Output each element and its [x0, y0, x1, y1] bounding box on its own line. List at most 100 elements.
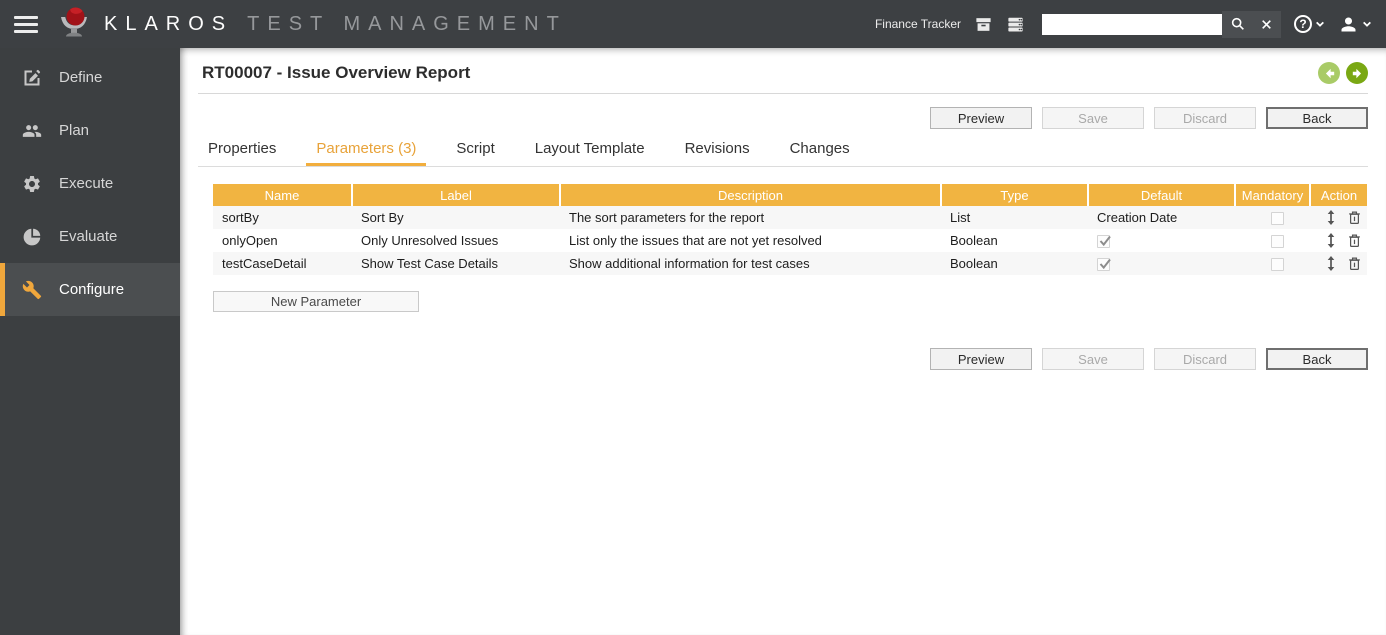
- sidebar-item-label: Plan: [59, 122, 90, 139]
- cell-mandatory: [1235, 229, 1310, 252]
- chevron-down-icon: [1363, 21, 1371, 27]
- cell-type: Boolean: [950, 233, 998, 248]
- mandatory-checkbox[interactable]: [1270, 235, 1284, 249]
- mandatory-checkbox[interactable]: [1270, 258, 1284, 272]
- reorder-icon[interactable]: [1326, 210, 1336, 225]
- cell-action: [1310, 206, 1367, 229]
- cell-type: Boolean: [941, 252, 1088, 275]
- table-row: testCaseDetail Show Test Case Details Show…: [213, 252, 1367, 275]
- hamburger-menu-icon[interactable]: [14, 12, 38, 37]
- column-header-description: Description: [559, 184, 941, 206]
- reorder-icon[interactable]: [1326, 233, 1336, 248]
- sidebar-item-label: Configure: [59, 281, 125, 298]
- cell-default: [1088, 252, 1235, 275]
- cell-action: [1310, 229, 1367, 252]
- column-header-name: Name: [213, 184, 352, 206]
- default-checkbox[interactable]: [1097, 258, 1111, 272]
- help-icon: ?: [1294, 15, 1312, 33]
- sidebar-item-configure[interactable]: Configure: [0, 263, 180, 316]
- column-header-default: Default: [1087, 184, 1235, 206]
- sidebar-item-label: Evaluate: [59, 228, 118, 245]
- wrench-icon: [22, 280, 42, 300]
- column-header-label: Label: [351, 184, 560, 206]
- sidebar-item-label: Define: [59, 69, 103, 86]
- cell-description: List only the issues that are not yet re…: [569, 233, 822, 248]
- cell-label: Sort By: [352, 206, 560, 229]
- edit-icon: [22, 68, 42, 88]
- search-icon[interactable]: [1230, 16, 1246, 32]
- discard-button: Discard: [1154, 348, 1256, 370]
- main-content: RT00007 - Issue Overview Report Preview S…: [180, 48, 1386, 635]
- previous-report-button[interactable]: [1318, 62, 1340, 84]
- user-icon: [1341, 17, 1356, 31]
- top-bar: KLAROS TEST MANAGEMENT Finance Tracker ?: [0, 0, 1386, 48]
- pie-chart-icon: [22, 227, 42, 247]
- cell-name: testCaseDetail: [213, 252, 352, 275]
- tab-revisions[interactable]: Revisions: [675, 140, 760, 166]
- arrow-right-icon: [1352, 68, 1361, 78]
- mandatory-checkbox[interactable]: [1270, 212, 1284, 226]
- cell-label: Show Test Case Details: [352, 252, 560, 275]
- cell-mandatory: [1235, 252, 1310, 275]
- save-button: Save: [1042, 107, 1144, 129]
- delete-icon[interactable]: [1348, 210, 1361, 225]
- next-report-button[interactable]: [1346, 62, 1368, 84]
- tab-bar: Properties Parameters (3) Script Layout Tem…: [198, 140, 1368, 167]
- page-title: RT00007 - Issue Overview Report: [202, 63, 471, 82]
- column-header-action: Action: [1309, 184, 1367, 206]
- gear-icon: [22, 174, 42, 194]
- parameters-table: Name Label Description Type Default Mandatory…: [213, 184, 1367, 275]
- sidebar-item-define[interactable]: Define: [0, 51, 180, 104]
- tab-parameters-3[interactable]: Parameters (3): [306, 140, 427, 166]
- sidebar-item-evaluate[interactable]: Evaluate: [0, 210, 180, 263]
- help-menu[interactable]: ?: [1294, 15, 1325, 33]
- delete-icon[interactable]: [1348, 233, 1361, 248]
- cell-name: onlyOpen: [222, 233, 278, 248]
- title-separator: [198, 93, 1368, 94]
- search-input[interactable]: [1042, 13, 1222, 35]
- cell-action: [1310, 252, 1367, 275]
- top-action-buttons: Preview Save Discard Back: [180, 107, 1368, 129]
- active-project-label: Finance Tracker: [874, 17, 961, 31]
- brand-primary: KLAROS: [104, 12, 234, 35]
- brand-title: KLAROS TEST MANAGEMENT: [104, 13, 567, 36]
- users-icon: [22, 121, 42, 141]
- table-row: sortBy Sort By The sort parameters for the…: [213, 206, 1367, 229]
- cell-name: sortBy: [213, 206, 352, 229]
- cell-default: Creation Date: [1088, 206, 1235, 229]
- cell-mandatory: [1235, 206, 1310, 229]
- delete-icon[interactable]: [1348, 256, 1361, 271]
- preview-button[interactable]: Preview: [930, 348, 1032, 370]
- chevron-down-icon: [1316, 21, 1324, 27]
- server-icon[interactable]: [1006, 15, 1025, 34]
- preview-button[interactable]: Preview: [930, 107, 1032, 129]
- arrow-left-icon: [1325, 68, 1334, 78]
- brand-secondary: TEST MANAGEMENT: [247, 12, 567, 35]
- discard-button: Discard: [1154, 107, 1256, 129]
- tab-properties[interactable]: Properties: [198, 140, 286, 166]
- sidebar-item-plan[interactable]: Plan: [0, 104, 180, 157]
- tab-changes[interactable]: Changes: [780, 140, 860, 166]
- back-button[interactable]: Back: [1266, 107, 1368, 129]
- archive-icon[interactable]: [974, 15, 993, 34]
- sidebar-item-execute[interactable]: Execute: [0, 157, 180, 210]
- save-button: Save: [1042, 348, 1144, 370]
- tab-layout-template[interactable]: Layout Template: [525, 140, 655, 166]
- user-menu[interactable]: [1338, 14, 1372, 35]
- bottom-action-buttons: Preview Save Discard Back: [180, 348, 1368, 370]
- tab-script[interactable]: Script: [446, 140, 504, 166]
- column-header-mandatory: Mandatory: [1234, 184, 1310, 206]
- back-button[interactable]: Back: [1266, 348, 1368, 370]
- sidebar-item-label: Execute: [59, 175, 114, 192]
- sidebar: Define Plan Execute Evaluate Configure: [0, 48, 180, 635]
- table-row: onlyOpen Only Unresolved Issues List only …: [213, 229, 1367, 252]
- cell-description: The sort parameters for the report: [560, 206, 941, 229]
- cell-label: Only Unresolved Issues: [361, 233, 499, 248]
- klaros-logo: [54, 4, 94, 44]
- new-parameter-button[interactable]: New Parameter: [213, 291, 419, 312]
- column-header-type: Type: [940, 184, 1088, 206]
- default-checkbox[interactable]: [1097, 235, 1111, 249]
- cell-description: Show additional information for test cas…: [560, 252, 941, 275]
- clear-search-icon[interactable]: [1260, 18, 1273, 31]
- reorder-icon[interactable]: [1326, 256, 1336, 271]
